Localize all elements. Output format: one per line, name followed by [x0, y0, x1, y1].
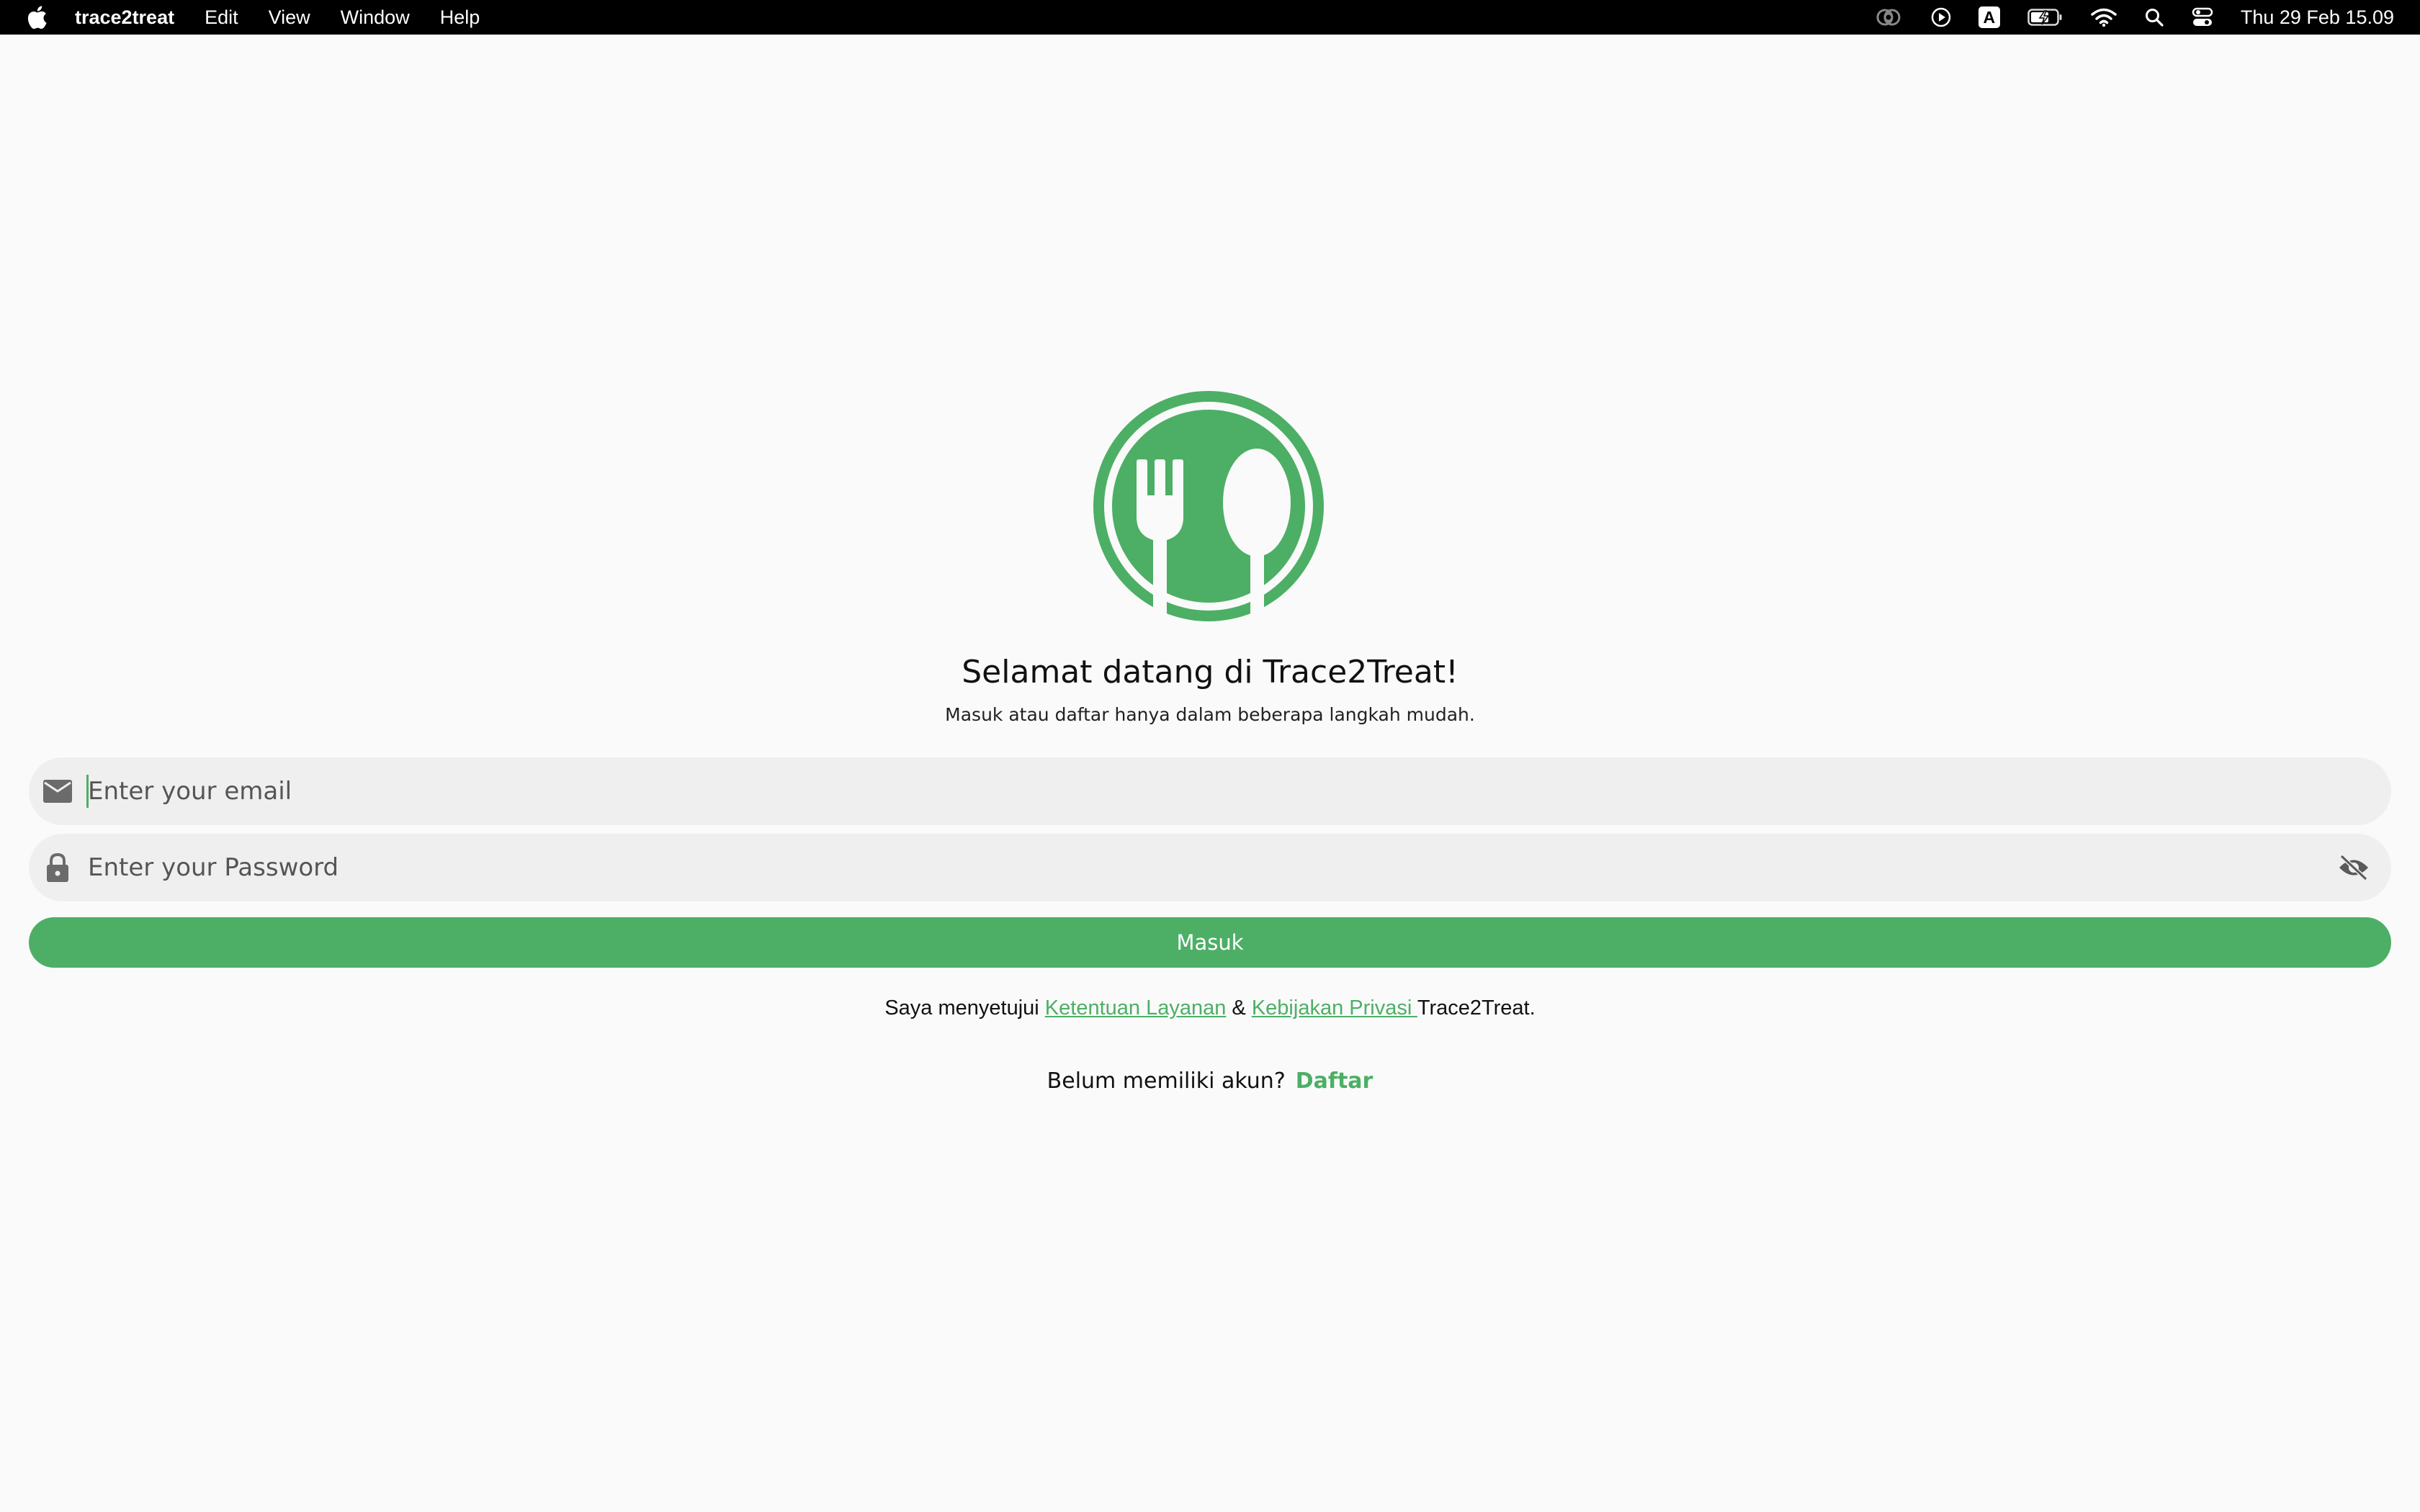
login-button[interactable]: Masuk: [29, 917, 2391, 968]
menu-bar: trace2treat Edit View Window Help A Thu …: [0, 0, 2420, 35]
register-link[interactable]: Daftar: [1296, 1068, 1373, 1094]
creative-cloud-icon[interactable]: [1875, 0, 1904, 35]
apple-menu-icon[interactable]: [26, 5, 50, 30]
battery-icon[interactable]: [2027, 0, 2063, 35]
menu-view[interactable]: View: [269, 6, 310, 29]
welcome-subtitle: Masuk atau daftar hanya dalam beberapa l…: [945, 704, 1475, 725]
password-input[interactable]: [86, 845, 2335, 890]
password-field[interactable]: [29, 834, 2391, 901]
terms-prefix: Saya menyetujui: [884, 996, 1045, 1020]
register-prompt-text: Belum memiliki akun?: [1047, 1068, 1286, 1094]
input-source-icon[interactable]: A: [1978, 0, 2000, 35]
menu-edit[interactable]: Edit: [205, 6, 238, 29]
input-source-letter: A: [1978, 6, 2000, 28]
terms-suffix: Trace2Treat.: [1417, 996, 1536, 1020]
trace2treat-logo: [1086, 387, 1331, 625]
app-menu[interactable]: trace2treat: [75, 6, 174, 29]
mail-icon: [42, 775, 73, 807]
menu-window[interactable]: Window: [341, 6, 410, 29]
play-icon[interactable]: [1931, 0, 1951, 35]
privacy-policy-link[interactable]: Kebijakan Privasi: [1252, 996, 1417, 1020]
terms-agreement: Saya menyetujui Ketentuan Layanan & Kebi…: [0, 996, 2420, 1020]
toggle-password-visibility-icon[interactable]: [2335, 849, 2372, 886]
control-center-icon[interactable]: [2192, 0, 2213, 35]
email-field[interactable]: [29, 757, 2391, 825]
email-input[interactable]: [86, 769, 2391, 814]
welcome-title: Selamat datang di Trace2Treat!: [962, 654, 1458, 690]
spotlight-search-icon[interactable]: [2144, 0, 2164, 35]
menu-help[interactable]: Help: [440, 6, 480, 29]
register-prompt: Belum memiliki akun? Daftar: [0, 1068, 2420, 1094]
terms-of-service-link[interactable]: Ketentuan Layanan: [1045, 996, 1227, 1020]
terms-and: &: [1226, 996, 1252, 1020]
lock-icon: [42, 852, 73, 883]
wifi-icon[interactable]: [2091, 0, 2117, 35]
menu-bar-clock[interactable]: Thu 29 Feb 15.09: [2241, 6, 2394, 29]
